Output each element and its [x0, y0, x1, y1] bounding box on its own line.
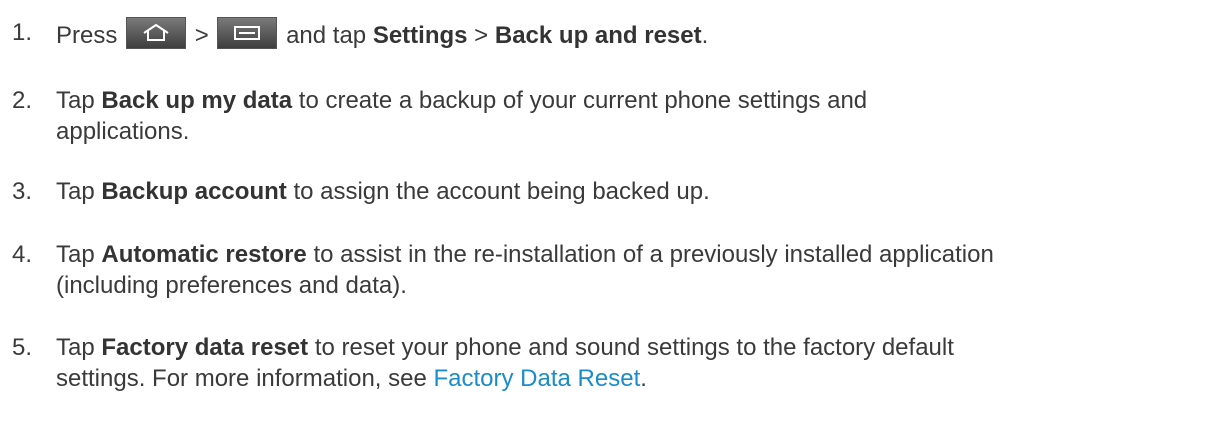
step-text: Tap Factory data reset to reset your pho… [56, 332, 1206, 394]
step-text-part: to assign the account being backed up. [293, 178, 710, 205]
backup-account-label: Backup account [101, 178, 287, 205]
step-number: 3. [12, 178, 33, 205]
factory-data-reset-link[interactable]: Factory Data Reset [434, 365, 641, 392]
separator: > [194, 22, 209, 49]
home-key-icon [126, 17, 187, 49]
separator: > [474, 22, 489, 49]
step-text: Press > and tap Settings > Back up and r… [56, 17, 1206, 51]
step-text-part: Tap [56, 87, 95, 114]
step-text-part: Press [56, 22, 118, 49]
menu-key-icon [217, 17, 278, 49]
punctuation: . [640, 365, 647, 392]
step-text-part: to create a backup of your current phone… [298, 87, 868, 114]
step-text-part: settings. For more information, see [56, 365, 427, 392]
step-text: Tap Automatic restore to assist in the r… [56, 239, 1206, 301]
step-text-part: to assist in the re-installation of a pr… [313, 241, 994, 268]
back-up-my-data-label: Back up my data [101, 87, 293, 114]
step-number: 5. [12, 334, 33, 361]
step-text-part: Tap [56, 178, 95, 205]
step-text-part: applications. [56, 118, 190, 145]
step-number: 1. [12, 19, 33, 46]
punctuation: . [701, 22, 709, 49]
step-number: 2. [12, 87, 33, 114]
step-text: Tap Backup account to assign the account… [56, 176, 1206, 207]
settings-label: Settings [372, 22, 468, 49]
step-text-part: and tap [286, 22, 367, 49]
automatic-restore-label: Automatic restore [101, 241, 307, 268]
step-text-part: to reset your phone and sound settings t… [314, 334, 954, 361]
step-text: Tap Back up my data to create a backup o… [56, 85, 1206, 147]
back-up-and-reset-label: Back up and reset [494, 22, 702, 49]
step-text-part: Tap [56, 334, 95, 361]
step-number: 4. [12, 241, 33, 268]
step-text-part: Tap [56, 241, 95, 268]
step-text-part: (including preferences and data). [56, 272, 407, 299]
factory-data-reset-label: Factory data reset [101, 334, 309, 361]
